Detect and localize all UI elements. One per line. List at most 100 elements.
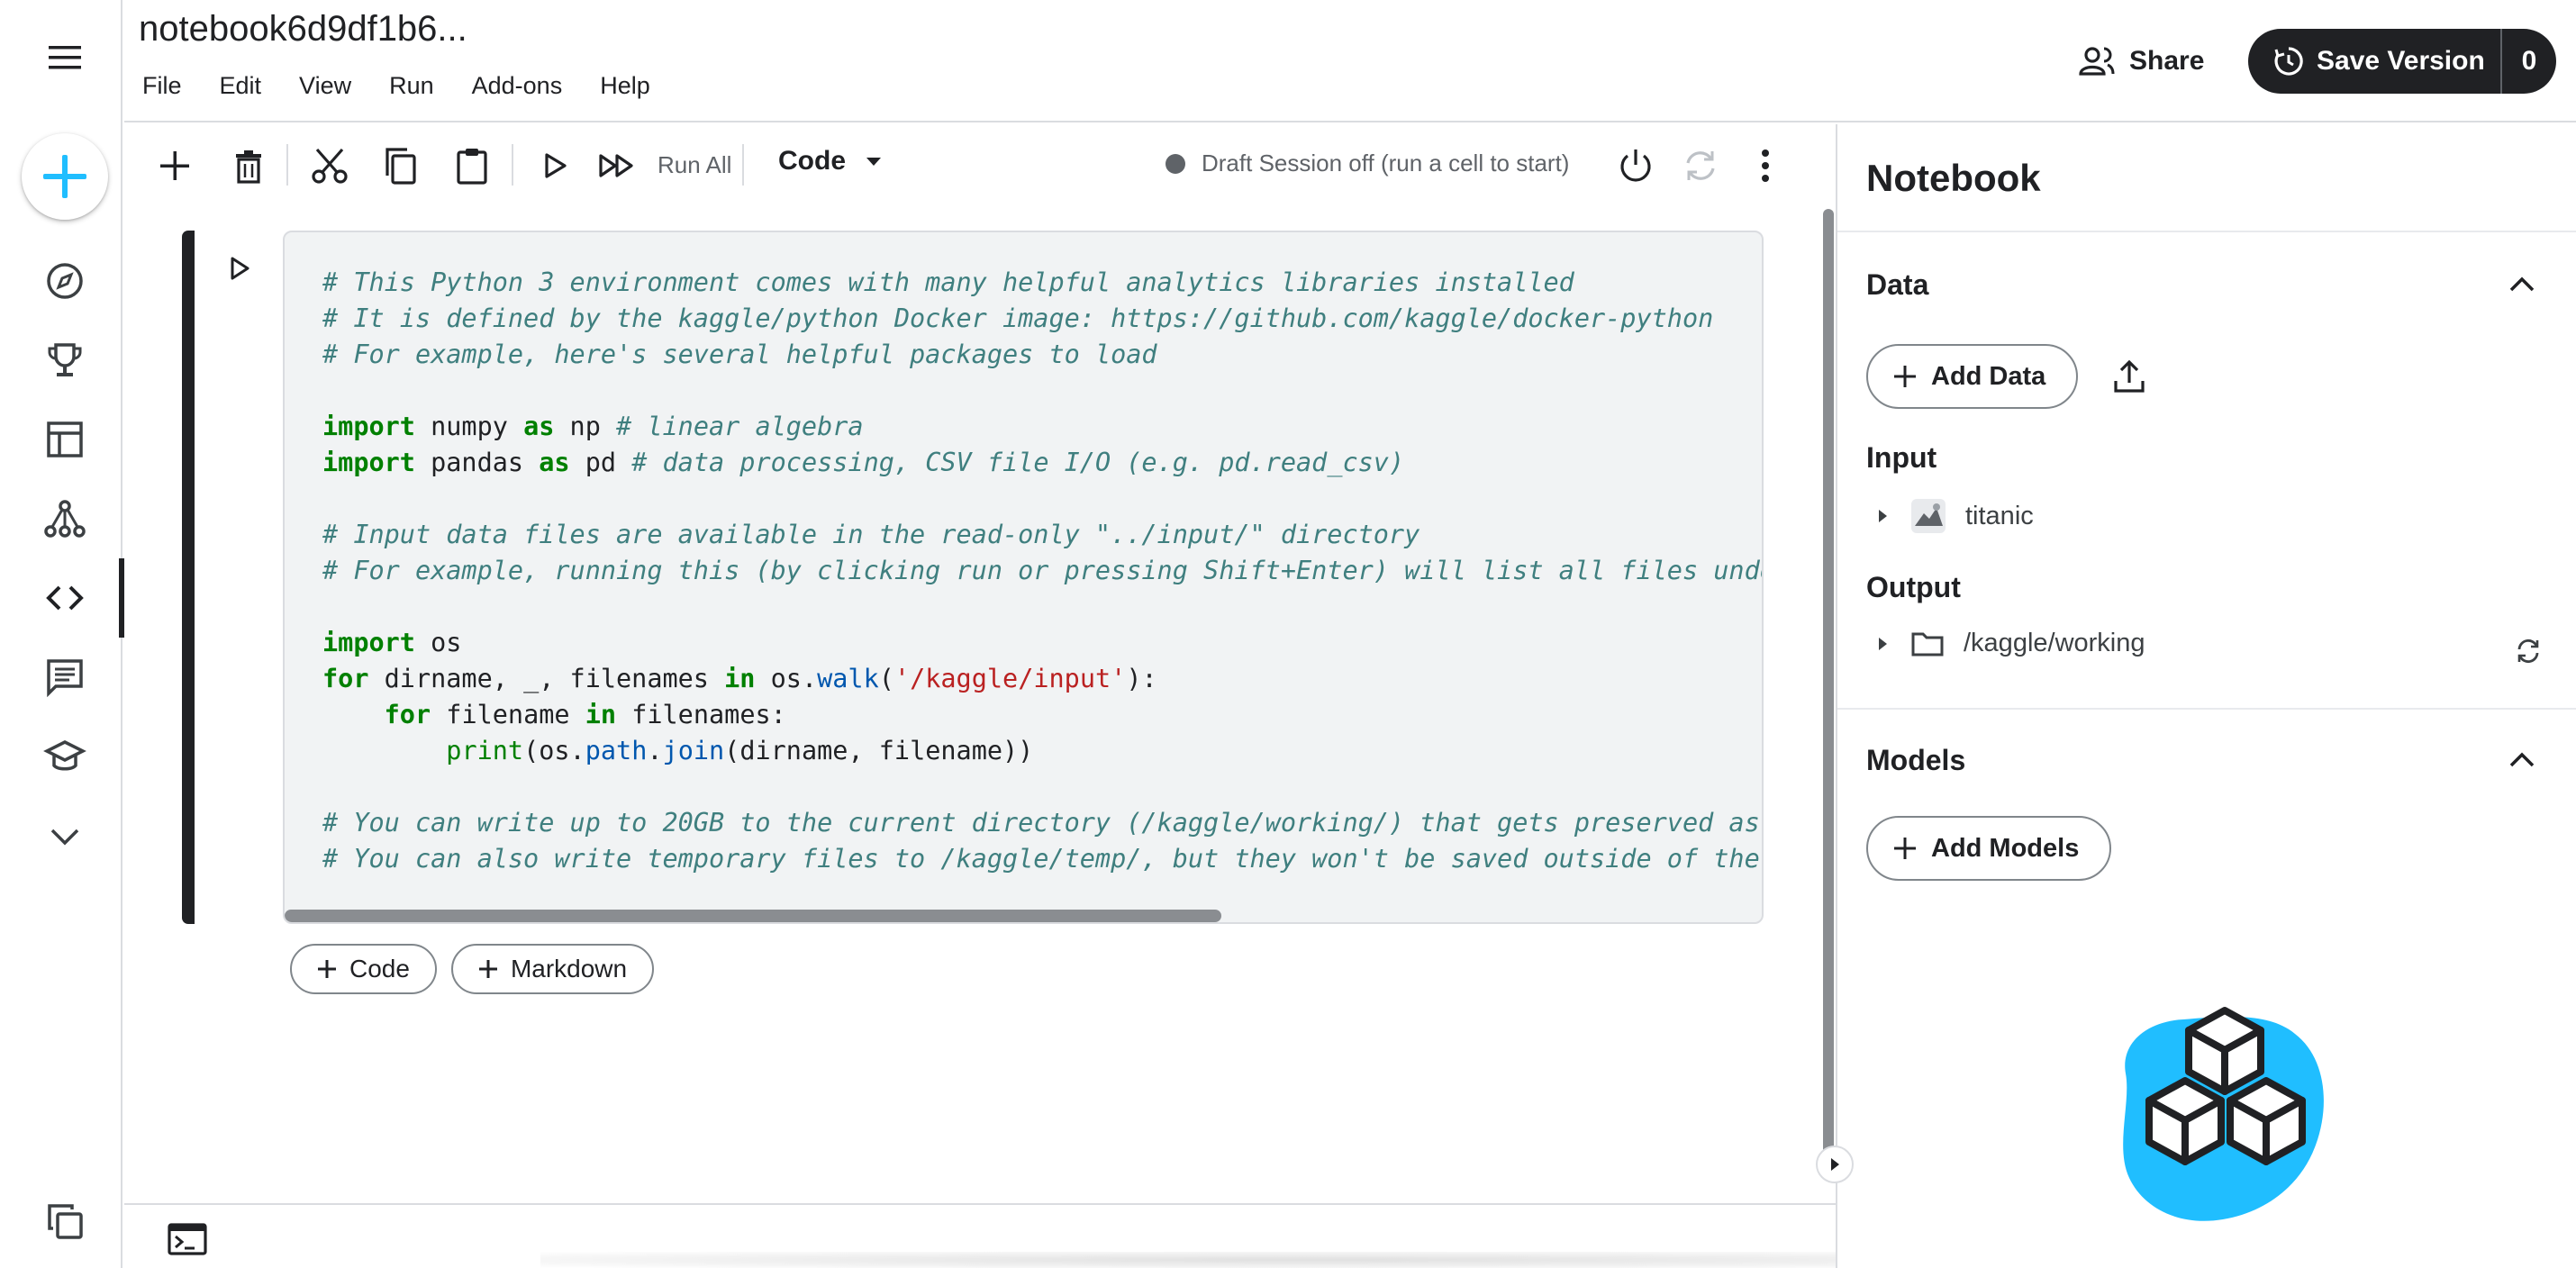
code-line[interactable]: # It is defined by the kaggle/python Doc… — [322, 301, 1762, 337]
run-cell-icon[interactable] — [530, 140, 580, 191]
input-section-title: Input — [1866, 441, 1937, 474]
add-code-cell-button[interactable]: Code — [290, 944, 437, 994]
panel-title: Notebook — [1866, 157, 2041, 199]
notebook-header: notebook6d9df1b6... File Edit View Run A… — [124, 0, 2576, 122]
code-line[interactable]: import numpy as np # linear algebra — [322, 409, 1762, 445]
caret-right-icon — [1831, 1158, 1839, 1171]
code-line[interactable]: # Input data files are available in the … — [322, 517, 1762, 553]
code-line[interactable]: # For example, running this (by clicking… — [322, 553, 1762, 589]
expand-caret-icon[interactable] — [1873, 635, 1891, 653]
session-status: Draft Session off (run a cell to start) — [1166, 149, 1569, 177]
cell-type-value: Code — [778, 146, 846, 176]
vertical-scrollbar[interactable] — [1823, 209, 1834, 1155]
cut-icon[interactable] — [304, 140, 355, 191]
add-markdown-cell-button[interactable]: Markdown — [450, 944, 655, 994]
menu-file[interactable]: File — [142, 72, 182, 100]
data-section-title[interactable]: Data — [1866, 268, 1928, 302]
code-content[interactable]: # This Python 3 environment comes with m… — [322, 265, 1762, 877]
models-section-title[interactable]: Models — [1866, 744, 1965, 777]
session-status-text: Draft Session off (run a cell to start) — [1202, 149, 1570, 177]
code-line[interactable]: # You can write up to 20GB to the curren… — [322, 805, 1762, 841]
models-icon[interactable] — [36, 490, 94, 548]
table-icon[interactable] — [36, 411, 94, 468]
notebook-toolbar: Run All Code Draft Session off (run a ce… — [124, 124, 1836, 205]
code-line[interactable] — [322, 373, 1762, 409]
menu-edit[interactable]: Edit — [220, 72, 262, 100]
cell-type-dropdown[interactable]: Code — [778, 146, 882, 177]
person-add-icon — [2079, 47, 2115, 76]
run-all-label[interactable]: Run All — [658, 151, 731, 179]
plus-icon — [478, 960, 497, 978]
paste-icon[interactable] — [447, 140, 497, 191]
collapse-panel-button[interactable] — [1816, 1146, 1854, 1183]
expand-caret-icon[interactable] — [1873, 507, 1891, 525]
compass-icon[interactable] — [36, 252, 94, 310]
add-cell-icon[interactable] — [150, 140, 200, 191]
menu-add-ons[interactable]: Add-ons — [472, 72, 563, 100]
create-button[interactable] — [22, 133, 108, 220]
add-data-button[interactable]: Add Data — [1866, 344, 2079, 409]
upload-icon[interactable] — [2108, 355, 2151, 398]
code-cell[interactable]: # This Python 3 environment comes with m… — [182, 231, 1764, 924]
restart-icon[interactable] — [1675, 140, 1726, 191]
save-version-main[interactable]: Save Version — [2248, 29, 2502, 94]
notebook-editor: # This Python 3 environment comes with m… — [124, 207, 1836, 1198]
terminal-icon[interactable] — [168, 1223, 207, 1255]
toolbar-divider — [512, 144, 513, 186]
share-button[interactable]: Share — [2079, 36, 2204, 86]
menu-bar: File Edit View Run Add-ons Help — [142, 72, 650, 100]
menu-icon[interactable] — [36, 29, 94, 86]
version-count[interactable]: 0 — [2502, 46, 2556, 77]
more-icon[interactable] — [36, 807, 94, 865]
code-line[interactable] — [322, 769, 1762, 805]
code-line[interactable]: import os — [322, 625, 1762, 661]
code-icon[interactable] — [36, 569, 94, 627]
toolbar-divider — [742, 144, 744, 186]
trophy-icon[interactable] — [36, 331, 94, 389]
code-editor[interactable]: # This Python 3 environment comes with m… — [283, 231, 1764, 924]
code-line[interactable] — [322, 481, 1762, 517]
code-line[interactable]: # This Python 3 environment comes with m… — [322, 265, 1762, 301]
menu-run[interactable]: Run — [389, 72, 434, 100]
notebook-title[interactable]: notebook6d9df1b6... — [139, 9, 467, 50]
code-line[interactable]: # For example, here's several helpful pa… — [322, 337, 1762, 373]
output-folder-name: /kaggle/working — [1964, 629, 2145, 657]
run-all-icon[interactable] — [593, 140, 643, 191]
power-icon[interactable] — [1610, 140, 1661, 191]
copy-icon[interactable] — [36, 1192, 94, 1250]
add-code-label: Code — [349, 955, 410, 983]
refresh-icon[interactable] — [2515, 638, 2542, 665]
discussion-icon[interactable] — [36, 648, 94, 706]
code-line[interactable] — [322, 589, 1762, 625]
code-line[interactable]: for filename in filenames: — [322, 697, 1762, 733]
code-line[interactable]: # You can also write temporary files to … — [322, 841, 1762, 877]
folder-icon — [1911, 632, 1944, 656]
horizontal-scrollbar[interactable] — [285, 910, 1221, 922]
code-line[interactable]: import pandas as pd # data processing, C… — [322, 445, 1762, 481]
delete-icon[interactable] — [223, 140, 274, 191]
input-dataset-row[interactable]: titanic — [1873, 499, 2034, 533]
collapse-models-icon[interactable] — [2504, 742, 2540, 778]
save-version-button[interactable]: Save Version 0 — [2248, 29, 2556, 94]
left-navigation-rail — [0, 0, 124, 1268]
run-cell-button[interactable] — [222, 250, 258, 286]
more-options-icon[interactable] — [1740, 140, 1791, 191]
toolbar-divider — [286, 144, 288, 186]
output-folder-row[interactable]: /kaggle/working — [1873, 629, 2145, 658]
plus-icon — [318, 960, 336, 978]
menu-view[interactable]: View — [299, 72, 351, 100]
learn-icon[interactable] — [36, 728, 94, 785]
menu-help[interactable]: Help — [600, 72, 650, 100]
code-line[interactable]: print(os.path.join(dirname, filename)) — [322, 733, 1762, 769]
models-illustration — [2090, 994, 2342, 1232]
plus-icon — [1894, 366, 1916, 387]
add-cell-buttons: Code Markdown — [290, 944, 655, 994]
collapse-data-icon[interactable] — [2504, 267, 2540, 303]
plus-icon — [43, 155, 86, 198]
notebook-side-panel: Notebook Data Add Data Input titanic Out… — [1836, 124, 2576, 1268]
plus-icon — [1894, 838, 1916, 859]
add-models-button[interactable]: Add Models — [1866, 816, 2112, 881]
play-icon — [231, 257, 249, 280]
code-line[interactable]: for dirname, _, filenames in os.walk('/k… — [322, 661, 1762, 697]
copy-cell-icon[interactable] — [375, 140, 425, 191]
